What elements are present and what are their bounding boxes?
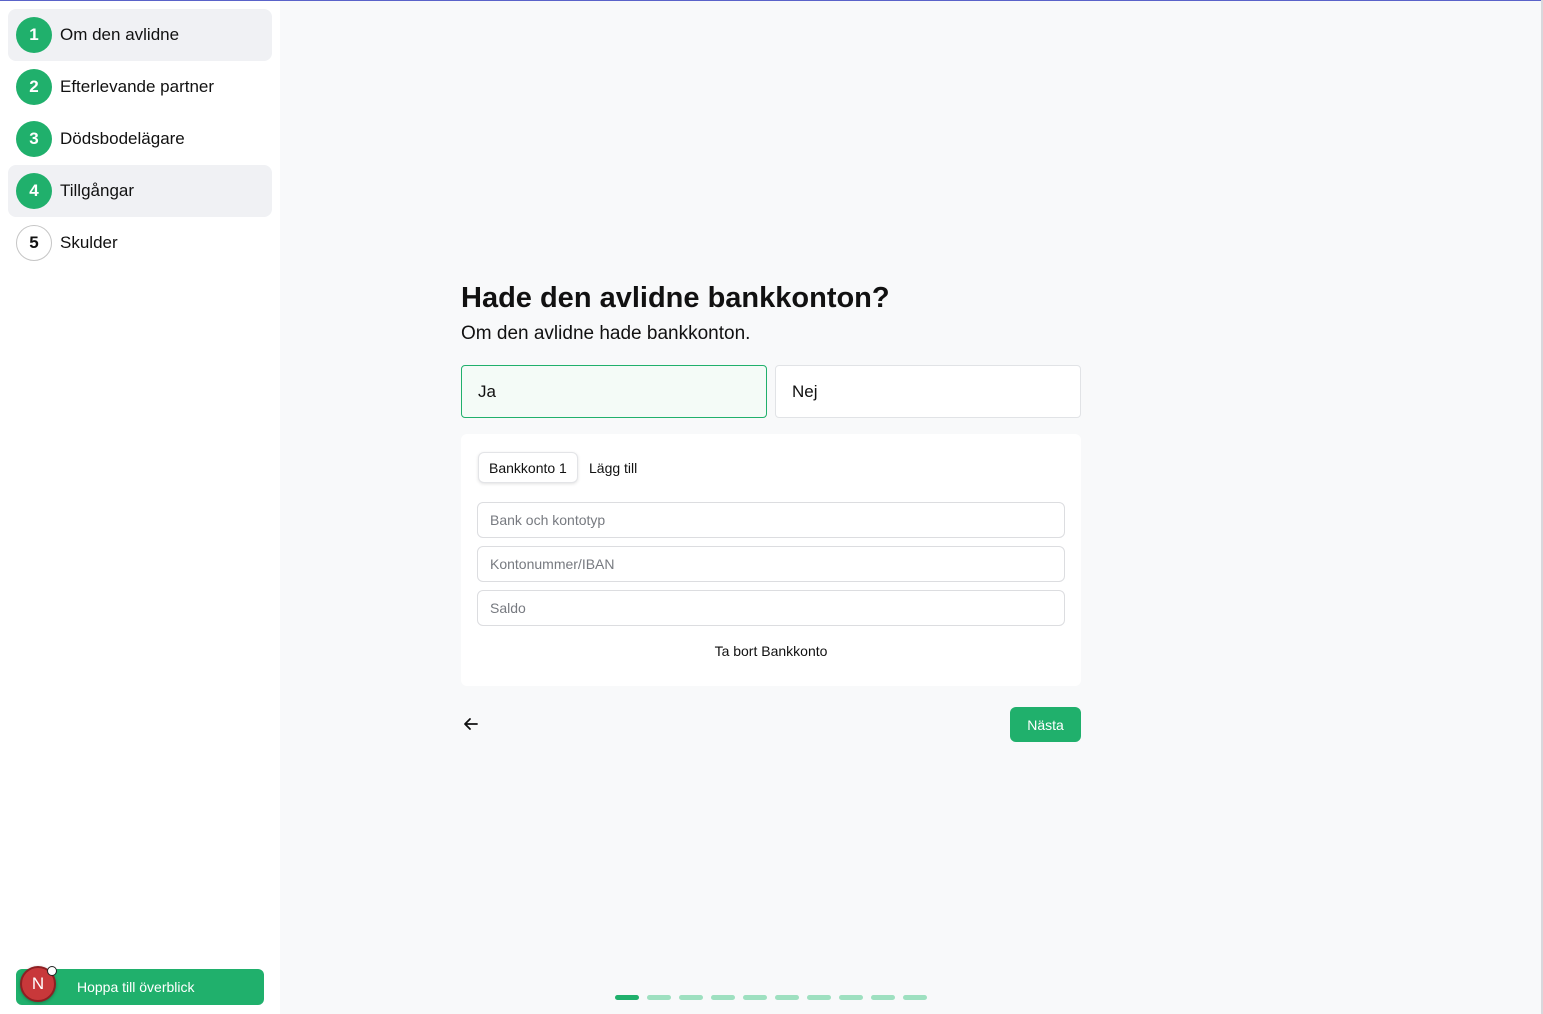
next-button[interactable]: Nästa [1010, 707, 1081, 742]
progress-segment [711, 995, 735, 1000]
option-no-button[interactable]: Nej [775, 365, 1081, 418]
question-subtitle: Om den avlidne hade bankkonton. [461, 323, 751, 344]
tab-label: Bankkonto 1 [489, 459, 567, 476]
option-label: Nej [792, 381, 818, 401]
progress-indicator [615, 995, 935, 1000]
back-arrow-icon[interactable] [461, 714, 481, 734]
avatar-initial: N [31, 974, 45, 993]
step-number-badge: 1 [16, 17, 52, 53]
step-number-badge: 2 [16, 69, 52, 105]
step-dodsbodelagare[interactable]: 3 Dödsbodelägare [8, 113, 272, 165]
step-om-den-avlidne[interactable]: 1 Om den avlidne [8, 9, 272, 61]
progress-segment [679, 995, 703, 1000]
account-number-input[interactable] [477, 546, 1065, 582]
remove-account-button[interactable]: Ta bort Bankkonto [461, 643, 1081, 659]
progress-segment [615, 995, 639, 1000]
step-label: Skulder [60, 233, 118, 252]
step-number-badge: 4 [16, 173, 52, 209]
step-label: Om den avlidne [60, 25, 180, 44]
overview-button-label: Hoppa till överblick [77, 979, 195, 995]
add-account-tab[interactable]: Lägg till [589, 452, 637, 483]
option-yes-button[interactable]: Ja [461, 365, 767, 418]
bank-account-card: Bankkonto 1 Lägg till Ta bort Bankkonto [461, 434, 1081, 686]
question-title: Hade den avlidne bankkonton? [461, 282, 890, 314]
progress-segment [807, 995, 831, 1000]
step-skulder[interactable]: 5 Skulder [8, 217, 272, 269]
step-label: Efterlevande partner [60, 77, 215, 96]
balance-input[interactable] [477, 590, 1065, 626]
progress-segment [775, 995, 799, 1000]
step-list: 1 Om den avlidne 2 Efterlevande partner … [8, 9, 272, 269]
step-tillgangar[interactable]: 4 Tillgångar [8, 165, 272, 217]
step-label: Tillgångar [60, 181, 135, 200]
bank-type-input[interactable] [477, 502, 1065, 538]
step-efterlevande-partner[interactable]: 2 Efterlevande partner [8, 61, 272, 113]
step-label: Dödsbodelägare [60, 129, 185, 148]
progress-segment [743, 995, 767, 1000]
remove-account-label: Ta bort Bankkonto [714, 643, 828, 659]
progress-segment [871, 995, 895, 1000]
step-number-badge: 5 [16, 225, 52, 261]
status-dot [47, 966, 57, 976]
option-label: Ja [478, 381, 496, 401]
step-number-badge: 3 [16, 121, 52, 157]
tab-bankkonto-1[interactable]: Bankkonto 1 [478, 452, 578, 483]
progress-segment [839, 995, 863, 1000]
progress-segment [647, 995, 671, 1000]
tab-label: Lägg till [589, 459, 638, 476]
sidebar: 1 Om den avlidne 2 Efterlevande partner … [0, 1, 280, 1014]
next-button-label: Nästa [1027, 716, 1064, 733]
progress-segment [903, 995, 927, 1000]
